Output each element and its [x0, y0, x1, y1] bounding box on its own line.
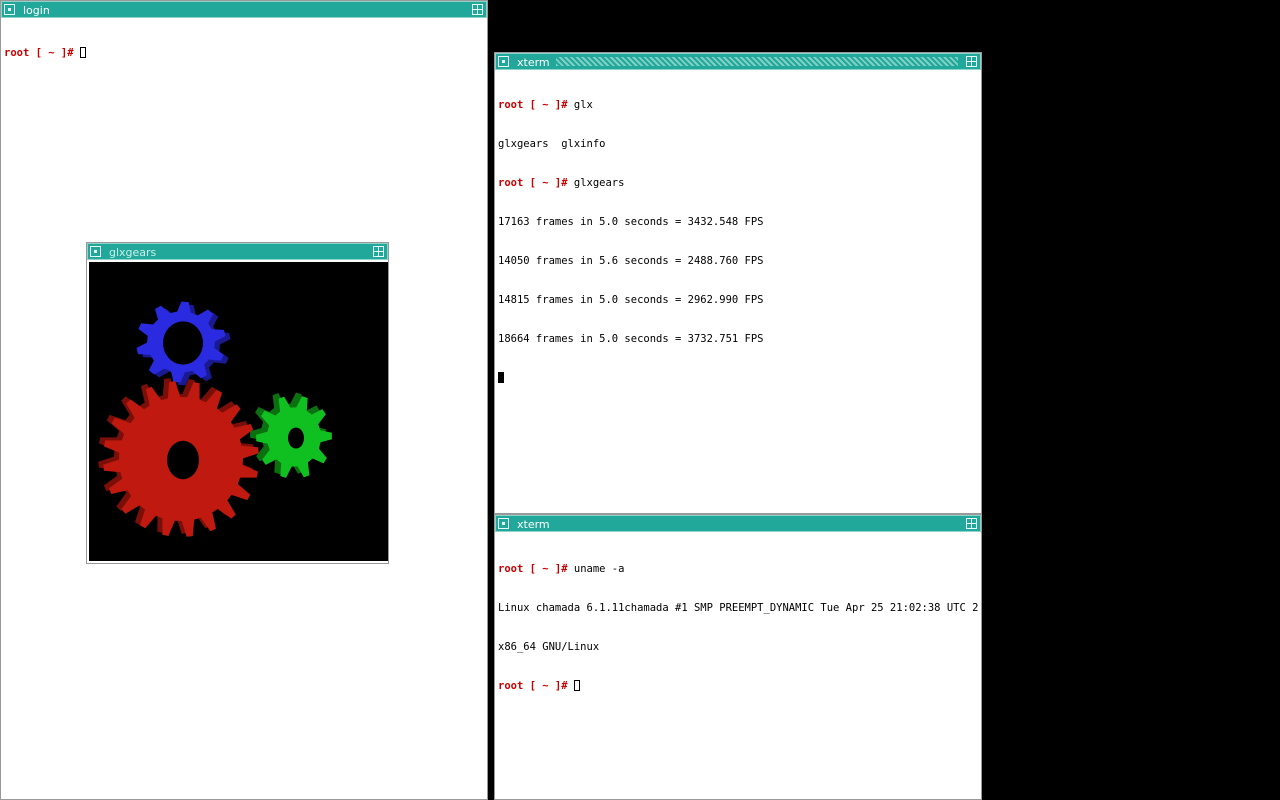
text-cursor [79, 47, 86, 58]
login-window[interactable]: login root [ ~ ]# glxgears [0, 0, 488, 800]
terminal-line: root [ ~ ]# uname -a [498, 563, 978, 576]
line-text: Linux chamada 6.1.11chamada #1 SMP PREEM… [498, 602, 978, 614]
window-title: xterm [517, 56, 550, 69]
gears-render [98, 301, 332, 537]
green-gear-hole [288, 427, 304, 449]
shell-prompt: root [ ~ ]# [498, 99, 568, 111]
terminal-line: 14815 frames in 5.0 seconds = 2962.990 F… [498, 294, 978, 307]
terminal-line: x86_64 GNU/Linux [498, 641, 978, 654]
line-text: glx [567, 99, 593, 111]
terminal-line: root [ ~ ]# [498, 680, 978, 693]
text-cursor [498, 372, 504, 383]
xterm-window-2[interactable]: xterm root [ ~ ]# uname -a Linux chamada… [494, 514, 982, 800]
blue-gear-hole [163, 321, 203, 365]
terminal-line: 14050 frames in 5.6 seconds = 2488.760 F… [498, 255, 978, 268]
terminal-line: root [ ~ ]# glx [498, 99, 978, 112]
window-title: login [23, 4, 50, 17]
window-menu-icon[interactable] [90, 246, 101, 257]
line-text: x86_64 GNU/Linux [498, 641, 600, 653]
green-gear [250, 392, 332, 478]
red-gear [98, 378, 259, 537]
xterm-titlebar[interactable]: xterm [495, 515, 981, 532]
shell-prompt: root [ ~ ]# [498, 177, 568, 189]
terminal-line: root [ ~ ]# glxgears [498, 177, 978, 190]
xterm-titlebar[interactable]: xterm [495, 53, 981, 70]
login-titlebar[interactable]: login [1, 1, 487, 18]
xterm-window-1[interactable]: xterm root [ ~ ]# glx glxgears glxinfo r… [494, 52, 982, 514]
window-menu-icon[interactable] [498, 56, 509, 67]
window-title: xterm [517, 518, 550, 531]
active-title-stripe [556, 57, 958, 66]
shell-prompt: root [ ~ ]# [4, 47, 74, 59]
glxgears-titlebar[interactable]: glxgears [87, 243, 388, 260]
line-text: 18664 frames in 5.0 seconds = 3732.751 F… [498, 333, 764, 345]
line-text: 17163 frames in 5.0 seconds = 3432.548 F… [498, 216, 764, 228]
terminal-line: 17163 frames in 5.0 seconds = 3432.548 F… [498, 216, 978, 229]
shell-prompt: root [ ~ ]# [498, 680, 568, 692]
gears-canvas [89, 262, 388, 561]
terminal-line: Linux chamada 6.1.11chamada #1 SMP PREEM… [498, 602, 978, 615]
maximize-icon[interactable] [472, 4, 483, 15]
window-title: glxgears [109, 246, 157, 259]
window-menu-icon[interactable] [498, 518, 509, 529]
line-text: glxgears glxinfo [498, 138, 606, 150]
maximize-icon[interactable] [966, 56, 977, 67]
glxgears-window[interactable]: glxgears [86, 242, 389, 564]
terminal-line: 18664 frames in 5.0 seconds = 3732.751 F… [498, 333, 978, 346]
red-gear-hole [167, 440, 199, 480]
maximize-icon[interactable] [966, 518, 977, 529]
terminal-line: glxgears glxinfo [498, 138, 978, 151]
terminal-output[interactable]: root [ ~ ]# uname -a Linux chamada 6.1.1… [498, 537, 978, 796]
text-cursor [573, 680, 580, 691]
line-text: uname -a [567, 563, 625, 575]
terminal-output[interactable]: root [ ~ ]# glx glxgears glxinfo root [ … [498, 73, 978, 510]
maximize-icon[interactable] [373, 246, 384, 257]
line-text: glxgears [567, 177, 625, 189]
shell-prompt: root [ ~ ]# [498, 563, 568, 575]
line-text: 14815 frames in 5.0 seconds = 2962.990 F… [498, 294, 764, 306]
window-menu-icon[interactable] [4, 4, 15, 15]
line-text: 14050 frames in 5.6 seconds = 2488.760 F… [498, 255, 764, 267]
blue-gear [136, 301, 231, 386]
